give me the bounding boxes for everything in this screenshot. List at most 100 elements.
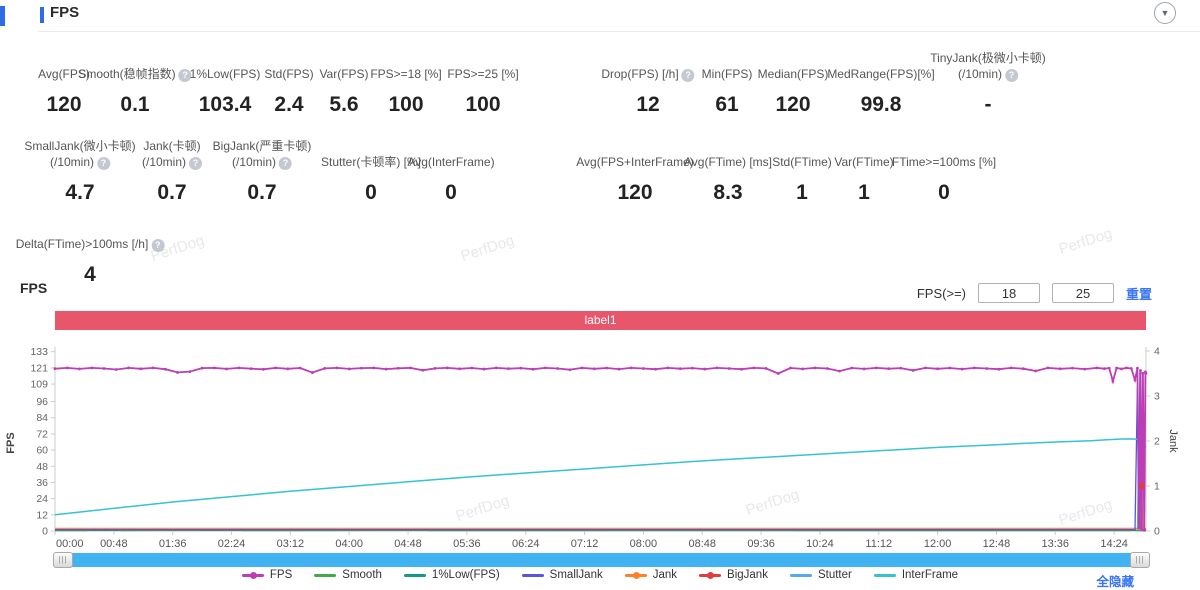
- help-icon[interactable]: ?: [189, 157, 202, 170]
- legend-swatch: [404, 574, 426, 577]
- caret-down-icon: ▼: [1161, 8, 1170, 18]
- legend-item-interframe[interactable]: InterFrame: [874, 569, 958, 581]
- legend-label: SmallJank: [550, 569, 603, 581]
- stat-label: Std(FTime): [772, 154, 832, 170]
- svg-text:12:48: 12:48: [983, 538, 1011, 549]
- stat-label: Avg(FPS+InterFrame): [576, 154, 693, 170]
- stat-value: 0.7: [157, 181, 186, 205]
- reset-link[interactable]: 重置: [1126, 284, 1152, 303]
- stat-value: 2.4: [274, 93, 303, 117]
- stat-cell: Var(FTime)1: [834, 136, 893, 205]
- svg-text:24: 24: [36, 493, 48, 505]
- fps-threshold-input-2[interactable]: [1052, 283, 1114, 303]
- stat-label: FTime>=100ms [%]: [892, 154, 996, 170]
- svg-text:01:36: 01:36: [159, 538, 187, 549]
- stat-value: 120: [617, 181, 652, 205]
- scrollbar-right-grip[interactable]: [1130, 552, 1150, 568]
- legend-label: Jank: [653, 569, 677, 581]
- stat-value: 0: [365, 181, 377, 205]
- svg-text:3: 3: [1154, 391, 1160, 403]
- svg-text:133: 133: [30, 346, 48, 358]
- stat-cell: Std(FPS)2.4: [264, 48, 313, 117]
- fps-threshold-controls: FPS(>=) 重置: [917, 283, 1152, 303]
- stat-value: 100: [388, 93, 423, 117]
- stat-label-line2: (/10min)?: [232, 154, 292, 170]
- stat-label: Drop(FPS) [/h]?: [601, 66, 694, 82]
- stat-value: 12: [636, 93, 659, 117]
- stat-value: 120: [46, 93, 81, 117]
- svg-text:2: 2: [1154, 436, 1160, 448]
- legend-item-stutter[interactable]: Stutter: [790, 569, 852, 581]
- stat-value: 0: [445, 181, 457, 205]
- hide-all-link[interactable]: 全隐藏: [1096, 571, 1134, 590]
- help-icon[interactable]: ?: [97, 157, 110, 170]
- svg-text:00:00: 00:00: [56, 538, 84, 549]
- svg-text:02:24: 02:24: [218, 538, 246, 549]
- stat-cell: SmallJank(微小卡顿)(/10min)?4.7: [24, 136, 135, 205]
- stat-cell: Avg(FTime) [ms]8.3: [684, 136, 772, 205]
- svg-text:96: 96: [36, 396, 48, 408]
- stat-value: 100: [465, 93, 500, 117]
- legend-swatch: [522, 574, 544, 577]
- legend-item-jank[interactable]: Jank: [625, 569, 677, 581]
- legend-item-1-low-fps-[interactable]: 1%Low(FPS): [404, 569, 500, 581]
- svg-text:04:00: 04:00: [335, 538, 363, 549]
- svg-text:09:36: 09:36: [747, 538, 775, 549]
- help-icon[interactable]: ?: [1005, 69, 1018, 82]
- svg-text:10:24: 10:24: [806, 538, 834, 549]
- legend-item-smooth[interactable]: Smooth: [314, 569, 382, 581]
- stat-cell: Stutter(卡顿率) [%] 0: [321, 136, 421, 205]
- svg-text:121: 121: [30, 362, 48, 374]
- legend-item-bigjank[interactable]: BigJank: [699, 569, 768, 581]
- stat-label: Min(FPS): [702, 66, 753, 82]
- stat-cell: TinyJank(极微小卡顿)(/10min)?-: [930, 48, 1046, 117]
- svg-text:04:48: 04:48: [394, 538, 422, 549]
- svg-text:1: 1: [1154, 481, 1160, 493]
- fps-threshold-input-1[interactable]: [978, 283, 1040, 303]
- stat-cell: 1%Low(FPS)103.4: [190, 48, 261, 117]
- stat-label: FPS>=25 [%]: [447, 66, 518, 82]
- stat-cell: Jank(卡顿)(/10min)? 0.7: [142, 136, 202, 205]
- legend-swatch: [242, 574, 264, 577]
- stat-label: Median(FPS): [758, 66, 829, 82]
- stat-label: FPS>=18 [%]: [370, 66, 441, 82]
- page-edge-accent: [0, 6, 5, 26]
- chart-label-banner: label1: [55, 311, 1146, 330]
- svg-text:4: 4: [1154, 346, 1160, 358]
- svg-text:0: 0: [1154, 526, 1160, 538]
- stat-cell: BigJank(严重卡顿)(/10min)?0.7: [213, 136, 312, 205]
- stat-label-line2: (/10min)?: [142, 154, 202, 170]
- svg-text:08:48: 08:48: [688, 538, 716, 549]
- stat-label: Avg(InterFrame): [407, 154, 494, 170]
- stat-value: 0.7: [247, 181, 276, 205]
- chart-scrollbar[interactable]: [55, 553, 1146, 567]
- stat-value: 120: [775, 93, 810, 117]
- stat-cell: FPS>=25 [%] 100: [447, 48, 518, 117]
- svg-text:72: 72: [36, 428, 48, 440]
- help-icon[interactable]: ?: [151, 239, 164, 252]
- scrollbar-left-grip[interactable]: [53, 552, 73, 568]
- stat-value: 0: [938, 181, 950, 205]
- stat-value: 4: [84, 263, 96, 287]
- stat-label: Stutter(卡顿率) [%]: [321, 154, 421, 170]
- legend-item-fps[interactable]: FPS: [242, 569, 292, 581]
- stat-label: Jank(卡顿): [143, 138, 200, 154]
- help-icon[interactable]: ?: [682, 69, 695, 82]
- legend-label: 1%Low(FPS): [432, 569, 500, 581]
- svg-text:48: 48: [36, 461, 48, 473]
- stat-value: 99.8: [861, 93, 902, 117]
- stat-cell: Std(FTime)1: [772, 136, 832, 205]
- help-icon[interactable]: ?: [279, 157, 292, 170]
- stat-cell: Smooth(稳帧指数)?0.1: [78, 48, 191, 117]
- stat-value: -: [984, 93, 991, 117]
- stat-value: 1: [858, 181, 870, 205]
- stat-value: 61: [715, 93, 738, 117]
- fps-chart: 012243648607284961091211330123400:0000:4…: [0, 343, 1200, 549]
- legend-label: BigJank: [727, 569, 768, 581]
- fps-threshold-label: FPS(>=): [917, 286, 966, 301]
- legend-item-smalljank[interactable]: SmallJank: [522, 569, 603, 581]
- collapse-section-button[interactable]: ▼: [1154, 2, 1176, 24]
- header-divider: [38, 31, 1200, 32]
- stat-cell: MedRange(FPS)[%]99.8: [827, 48, 934, 117]
- section-title: FPS: [50, 4, 79, 21]
